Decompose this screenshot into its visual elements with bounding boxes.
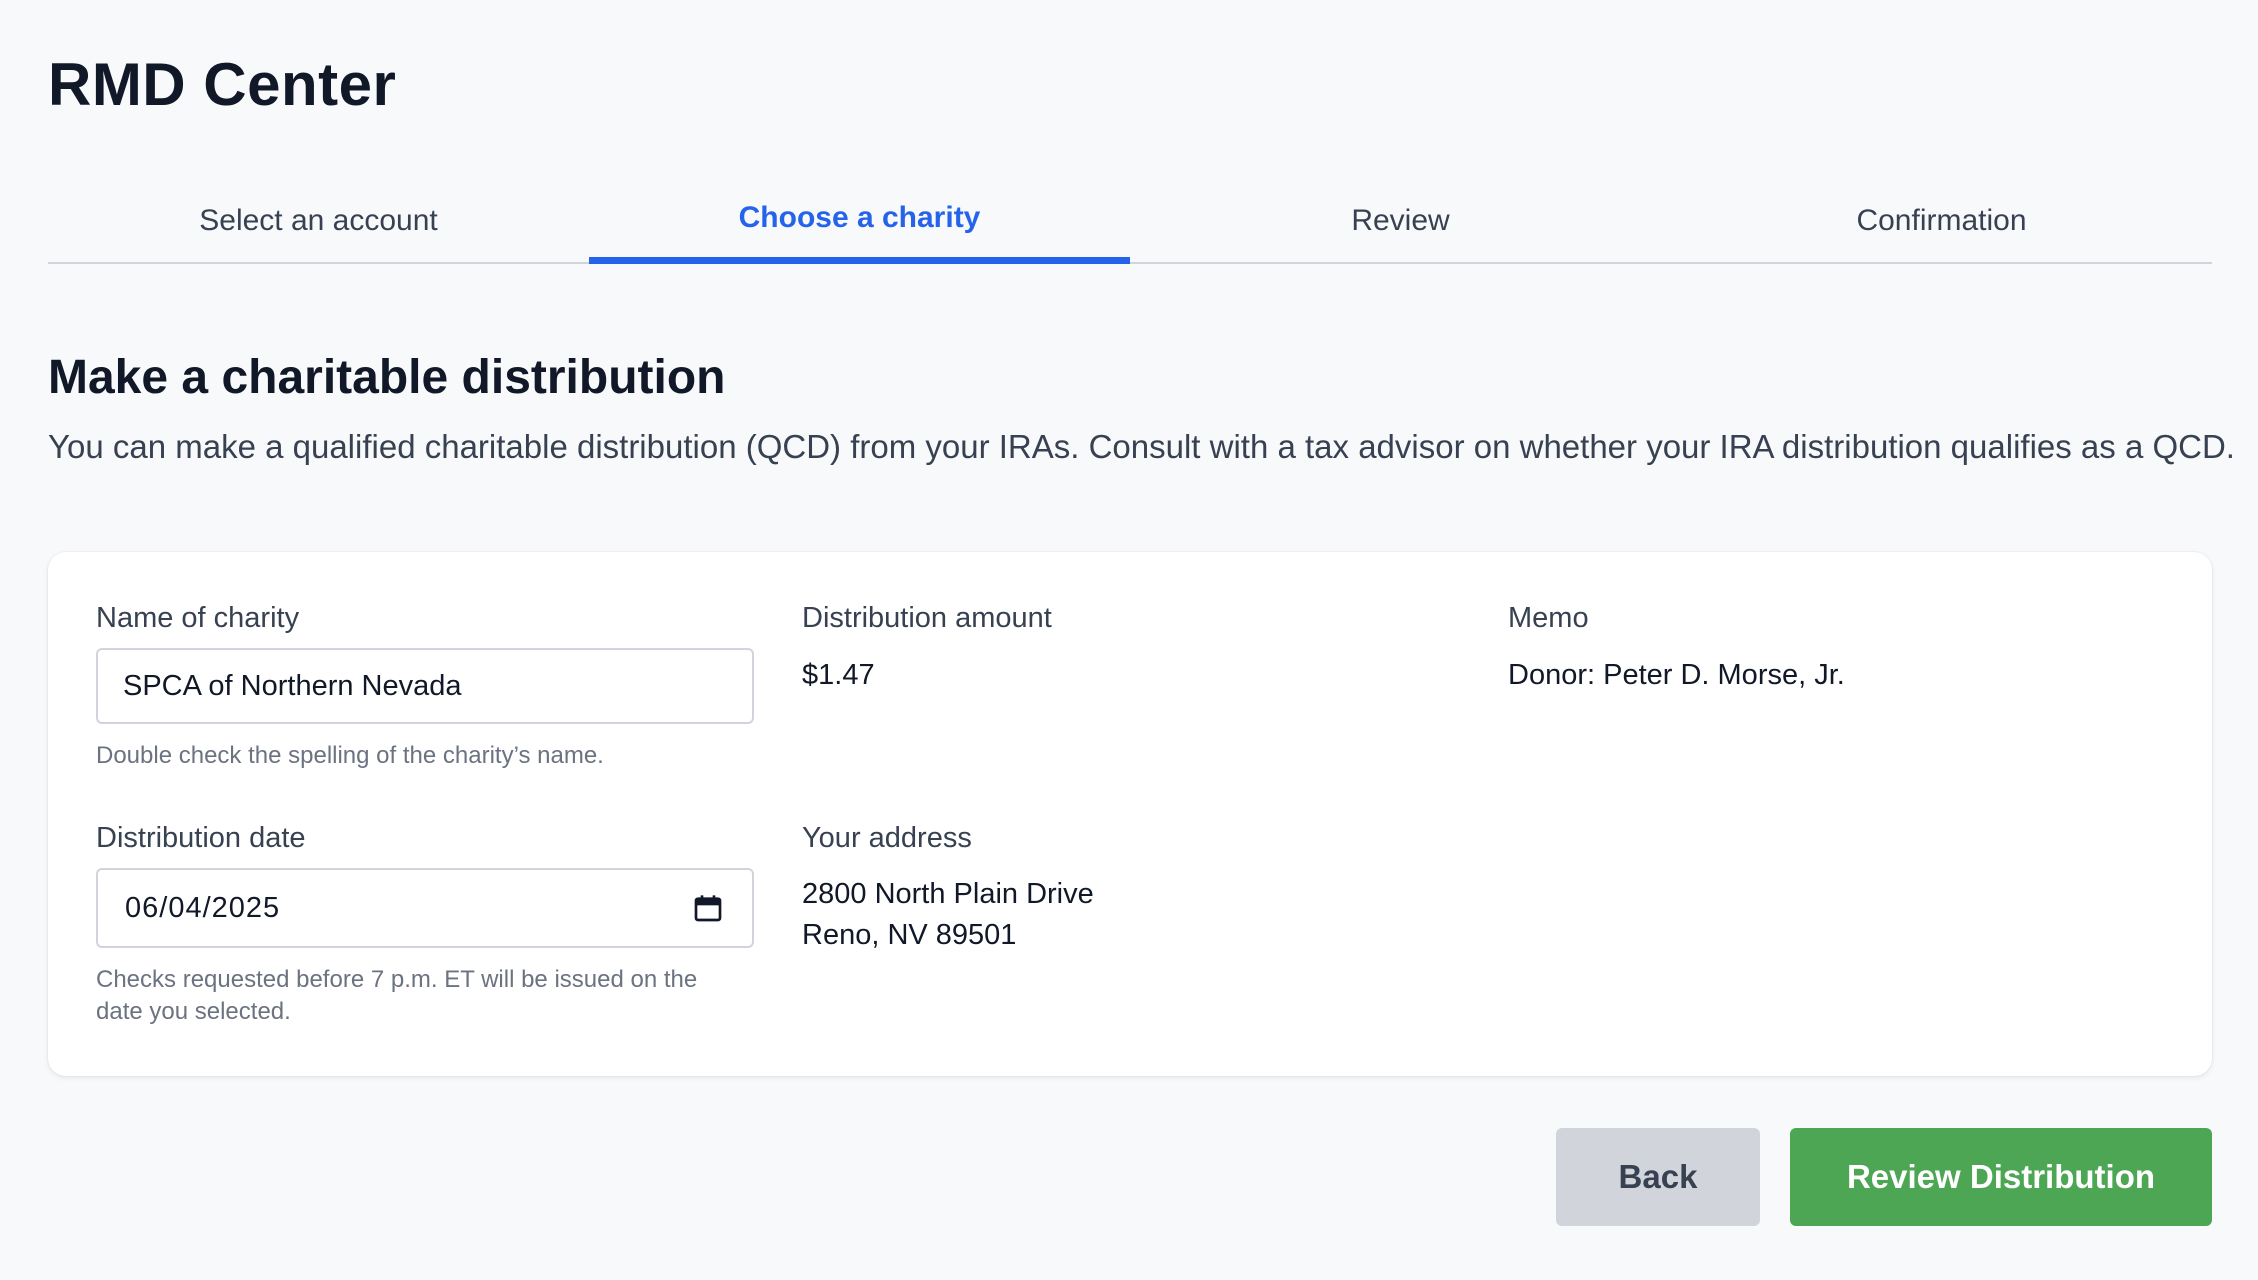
charity-name-label: Name of charity <box>96 602 300 634</box>
review-distribution-button[interactable]: Review Distribution <box>1790 1128 2212 1226</box>
address-label: Your address <box>802 822 972 854</box>
address-line-1: 2800 North Plain Drive <box>802 878 1094 910</box>
distribution-date-label: Distribution date <box>96 822 306 854</box>
step-review[interactable]: Review <box>1130 180 1671 262</box>
address-block: 2800 North Plain Drive Reno, NV 89501 <box>802 874 1094 956</box>
memo-label: Memo <box>1508 602 1589 634</box>
step-choose-charity[interactable]: Choose a charity <box>589 180 1130 264</box>
step-label: Review <box>1351 204 1450 237</box>
address-line-2: Reno, NV 89501 <box>802 919 1017 951</box>
memo-value: Donor: Peter D. Morse, Jr. <box>1508 659 1845 691</box>
progress-stepper: Select an account Choose a charity Revie… <box>48 180 2212 264</box>
distribution-date-input[interactable]: 06/04/2025 <box>96 868 754 948</box>
charity-name-hint: Double check the spelling of the charity… <box>96 742 604 769</box>
distribution-date-hint: Checks requested before 7 p.m. ET will b… <box>96 964 697 1028</box>
charity-name-input[interactable] <box>96 648 754 724</box>
step-confirmation[interactable]: Confirmation <box>1671 180 2212 262</box>
section-title: Make a charitable distribution <box>48 351 726 404</box>
page-title: RMD Center <box>48 51 397 118</box>
distribution-form-card: Name of charity Double check the spellin… <box>48 552 2212 1076</box>
step-label: Confirmation <box>1856 204 2027 237</box>
section-intro: You can make a qualified charitable dist… <box>48 428 2235 465</box>
rmd-center-page: RMD Center Select an account Choose a ch… <box>48 0 2235 1280</box>
distribution-amount-label: Distribution amount <box>802 602 1052 634</box>
step-label: Select an account <box>199 204 438 237</box>
distribution-amount-value: $1.47 <box>802 659 875 691</box>
distribution-date-value: 06/04/2025 <box>125 891 281 924</box>
back-button[interactable]: Back <box>1556 1128 1760 1226</box>
calendar-icon[interactable] <box>692 892 724 924</box>
step-select-account[interactable]: Select an account <box>48 180 589 262</box>
hint-line: date you selected. <box>96 998 291 1025</box>
step-label: Choose a charity <box>738 201 981 234</box>
hint-line: Checks requested before 7 p.m. ET will b… <box>96 966 698 993</box>
